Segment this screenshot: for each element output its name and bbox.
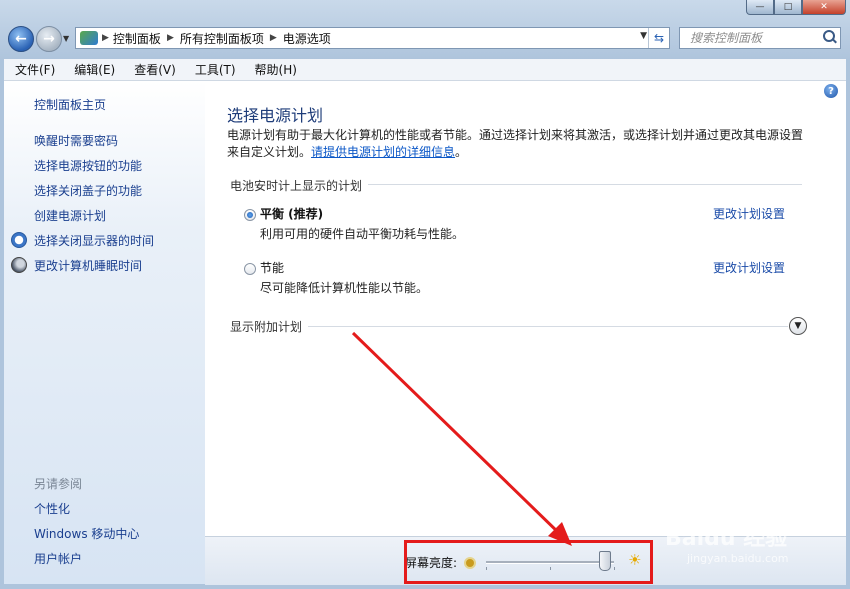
watermark-brand: Baidu 经验 [665, 526, 788, 551]
window-frame: — □ ✕ ← → ▼ ▶ 控制面板 ▶ 所有控制面板项 ▶ 电源选项 ▼ ⇆ … [0, 0, 850, 589]
watermark-url: jingyan.baidu.com [687, 552, 789, 565]
annotation-arrow [351, 331, 572, 546]
